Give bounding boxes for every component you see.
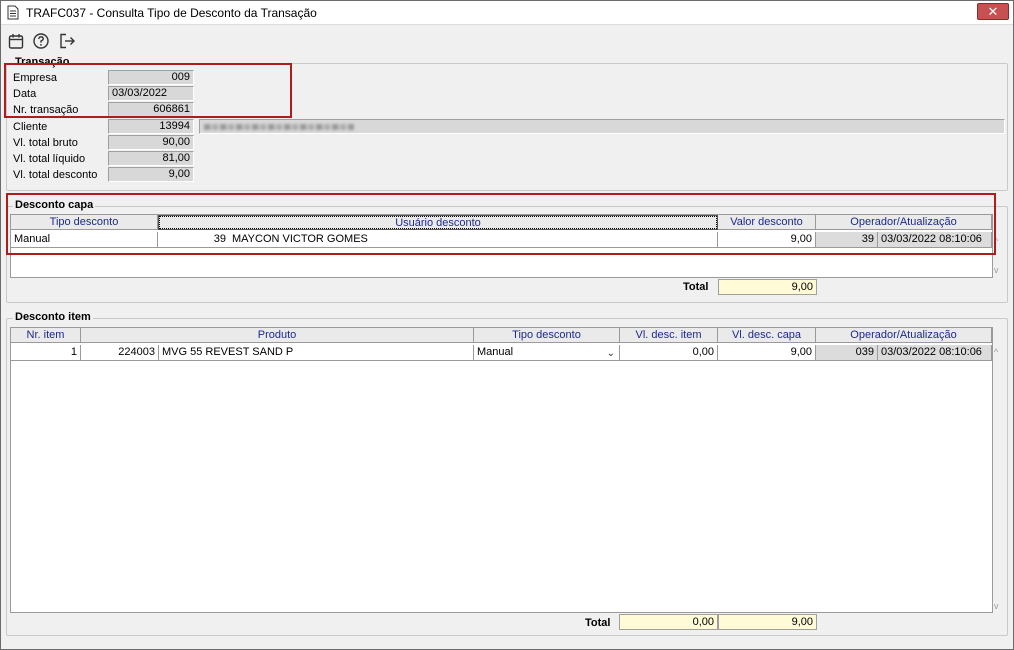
cell-vl-desc-item[interactable]: 0,00 [620, 345, 718, 361]
close-icon: ✕ [987, 4, 999, 19]
cell-valor-desconto[interactable]: 9,00 [718, 232, 816, 248]
window-title: TRAFC037 - Consulta Tipo de Desconto da … [26, 6, 317, 20]
document-icon [7, 5, 19, 20]
cell-nr-item[interactable]: 1 [11, 345, 81, 361]
col-header-nr-item[interactable]: Nr. item [11, 328, 81, 343]
chevron-down-icon[interactable]: ⌄ [607, 346, 615, 360]
cell-produto-nome[interactable]: MVG 55 REVEST SAND P [159, 345, 474, 361]
empresa-field: 009 [108, 70, 194, 85]
cell-operador: 39 [816, 232, 878, 248]
nr-transacao-label: Nr. transação [13, 104, 79, 116]
cell-operador-item: 039 [816, 345, 878, 361]
desconto-item-legend: Desconto item [13, 311, 93, 323]
cell-atualizacao: 03/03/2022 08:10:06 [878, 232, 992, 248]
cell-tipo-desconto[interactable]: Manual [11, 232, 158, 248]
scroll-up-icon[interactable]: ^ [994, 347, 998, 357]
tipo-desconto-select[interactable]: Manual ⌄ [474, 345, 620, 361]
transacao-legend: Transação [13, 56, 72, 68]
data-label: Data [13, 88, 37, 100]
desconto-capa-grid[interactable]: Tipo desconto Usuário desconto Valor des… [10, 214, 993, 278]
col-header-tipo-desconto[interactable]: Tipo desconto [11, 215, 158, 230]
cell-usuario-codigo[interactable]: 39 [158, 232, 229, 248]
vl-total-desconto-label: Vl. total desconto [13, 169, 98, 181]
desconto-capa-total-field: 9,00 [718, 279, 817, 295]
col-header-vl-desc-capa[interactable]: Vl. desc. capa [718, 328, 816, 343]
col-header-usuario-desconto[interactable]: Usuário desconto [158, 215, 718, 230]
desconto-item-total-capa-field: 9,00 [718, 614, 817, 630]
exit-icon[interactable] [58, 32, 76, 50]
desconto-item-total-item-field: 0,00 [619, 614, 718, 630]
empresa-label: Empresa [13, 72, 58, 84]
cliente-code-field: 13994 [108, 119, 194, 134]
nr-transacao-field: 606861 [108, 102, 194, 117]
vl-total-liquido-field: 81,00 [108, 151, 194, 166]
col-header-operador-atualizacao[interactable]: Operador/Atualização [816, 215, 992, 230]
cliente-name-field [199, 119, 1005, 134]
desconto-capa-legend: Desconto capa [13, 199, 96, 211]
scroll-down-icon[interactable]: v [994, 601, 999, 611]
vl-total-bruto-field: 90,00 [108, 135, 194, 150]
calendar-icon[interactable] [7, 32, 25, 50]
col-header-valor-desconto[interactable]: Valor desconto [718, 215, 816, 230]
toolbar [1, 26, 1013, 54]
col-header-operador-atualizacao-item[interactable]: Operador/Atualização [816, 328, 992, 343]
desconto-item-total-label: Total [585, 617, 611, 629]
desconto-capa-total-label: Total [683, 281, 709, 293]
tipo-desconto-select-value: Manual [477, 346, 514, 358]
cliente-label: Cliente [13, 121, 48, 133]
vl-total-liquido-label: Vl. total líquido [13, 153, 86, 165]
col-header-tipo-desconto-item[interactable]: Tipo desconto [474, 328, 620, 343]
cell-usuario-nome[interactable]: MAYCON VICTOR GOMES [229, 232, 718, 248]
redacted-text [204, 124, 354, 130]
scroll-up-icon[interactable]: ^ [994, 236, 998, 246]
col-header-vl-desc-item[interactable]: Vl. desc. item [620, 328, 718, 343]
cell-vl-desc-capa[interactable]: 9,00 [718, 345, 816, 361]
desconto-item-grid[interactable]: Nr. item Produto Tipo desconto Vl. desc.… [10, 327, 993, 613]
cell-atualizacao-item: 03/03/2022 08:10:06 [878, 345, 992, 361]
help-icon[interactable] [32, 32, 50, 50]
cell-produto-codigo[interactable]: 224003 [81, 345, 159, 361]
main-window: TRAFC037 - Consulta Tipo de Desconto da … [0, 0, 1014, 650]
vl-total-bruto-label: Vl. total bruto [13, 137, 78, 149]
title-bar: TRAFC037 - Consulta Tipo de Desconto da … [1, 1, 1013, 25]
col-header-produto[interactable]: Produto [81, 328, 474, 343]
vl-total-desconto-field: 9,00 [108, 167, 194, 182]
data-field: 03/03/2022 [108, 86, 194, 101]
close-button[interactable]: ✕ [977, 3, 1009, 20]
scroll-down-icon[interactable]: v [994, 265, 999, 275]
